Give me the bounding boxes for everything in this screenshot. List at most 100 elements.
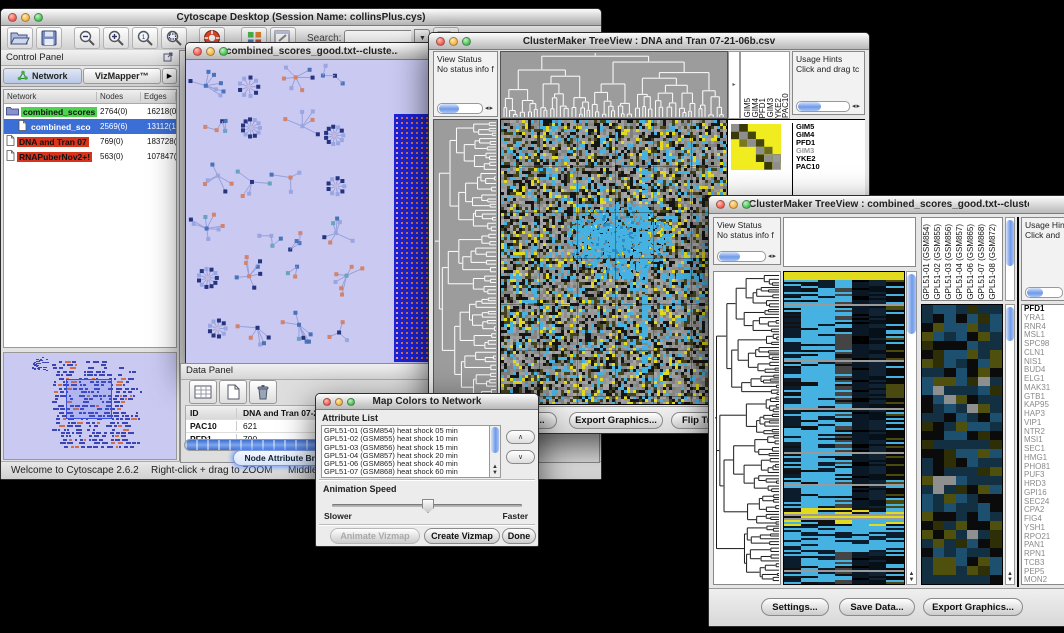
tab-overflow-button[interactable]: ▶ <box>162 68 177 84</box>
column-label[interactable]: GPL51-01 (GSM854) <box>922 224 933 300</box>
column-dendrogram[interactable] <box>501 52 727 118</box>
column-label[interactable]: GPL51-02 (GSM855) <box>933 224 944 300</box>
heatmap-canvas[interactable] <box>501 120 727 404</box>
slider-thumb[interactable] <box>422 499 434 513</box>
row-dendrogram[interactable] <box>434 120 497 404</box>
network-list-row[interactable]: combined_scores2764(0)16218(0) <box>4 104 176 119</box>
column-tree-area[interactable] <box>783 217 916 267</box>
column-label[interactable]: GPL51-04 (GSM857) <box>955 224 966 300</box>
row-dendrogram-panel[interactable] <box>433 119 498 405</box>
network-overview-panel[interactable] <box>3 352 177 460</box>
scroll-track[interactable] <box>796 101 850 112</box>
dialog-titlebar[interactable]: Map Colors to Network <box>316 394 538 410</box>
treeview1-titlebar[interactable]: ClusterMaker TreeView : DNA and Tran 07-… <box>429 33 869 50</box>
column-label[interactable]: PAC10 <box>781 93 789 118</box>
animation-speed-slider[interactable] <box>332 504 522 507</box>
zoom-out-icon[interactable] <box>74 27 100 49</box>
global-heatmap-canvas[interactable] <box>784 272 904 584</box>
minimize-button[interactable] <box>21 13 30 22</box>
close-button[interactable] <box>716 200 725 209</box>
close-button[interactable] <box>8 13 17 22</box>
zoom-button[interactable] <box>219 47 228 56</box>
scroll-arrows-icon[interactable]: ◂▸ <box>850 102 861 112</box>
move-up-button[interactable]: ∧ <box>506 430 535 444</box>
usage-hints-scrollbar[interactable]: ◂▸ <box>796 101 861 112</box>
open-file-icon[interactable] <box>7 27 33 49</box>
minimize-button[interactable] <box>206 47 215 56</box>
zoom-selected-icon[interactable]: 1 <box>132 27 158 49</box>
export-graphics-button[interactable]: Export Graphics... <box>569 412 663 429</box>
network-list-row[interactable]: combined_sco2569(6)13112(15) <box>4 119 176 134</box>
float-panel-icon[interactable] <box>163 51 174 65</box>
gene-label[interactable]: MON2 <box>1022 576 1064 585</box>
close-button[interactable] <box>323 398 331 406</box>
delete-attribute-icon[interactable] <box>249 380 277 404</box>
scroll-arrows-icon[interactable]: ◂▸ <box>483 104 494 114</box>
column-header-id[interactable]: ID <box>186 408 237 418</box>
network-list-row[interactable]: DNA and Tran 07769(0)183728(0) <box>4 134 176 149</box>
zoom-button[interactable] <box>347 398 355 406</box>
column-dendrogram-panel[interactable] <box>500 51 728 119</box>
move-down-button[interactable]: ∨ <box>506 450 535 464</box>
zoom-button[interactable] <box>742 200 751 209</box>
scroll-track[interactable] <box>437 103 483 114</box>
main-titlebar[interactable]: Cytoscape Desktop (Session Name: collins… <box>1 9 601 26</box>
attribute-list-item[interactable]: GPL51-07 (GSM868) heat shock 60 min <box>322 468 489 476</box>
zoom-heatmap-canvas[interactable] <box>922 305 1002 584</box>
column-header-edges[interactable]: Edges <box>141 92 176 101</box>
column-header-network[interactable]: Network <box>4 92 97 101</box>
document-icon <box>18 120 27 133</box>
tree-gutter[interactable]: ▸ <box>728 51 740 119</box>
usage-hints-scrollbar[interactable] <box>1025 287 1063 298</box>
attribute-list-scrollbar[interactable]: ▲▼ <box>489 426 500 477</box>
row-label[interactable]: PAC10 <box>796 163 820 171</box>
column-label[interactable]: GPL51-03 (GSM856) <box>944 224 955 300</box>
view-status-scrollbar[interactable]: ◂▸ <box>717 251 777 262</box>
tab-network[interactable]: Network <box>3 68 82 84</box>
column-label[interactable]: PFD1 <box>758 98 766 118</box>
scroll-arrows-icon[interactable]: ◂▸ <box>766 252 777 262</box>
network-list-row[interactable]: RNAPuberNov2+!563(0)107847(0) <box>4 149 176 164</box>
animate-vizmap-button[interactable]: Animate Vizmap <box>330 528 420 544</box>
zoom-button[interactable] <box>34 13 43 22</box>
zoom-fit-icon[interactable] <box>161 27 187 49</box>
column-header-nodes[interactable]: Nodes <box>97 92 141 101</box>
column-label[interactable]: GPL51-07 (GSM868) <box>977 224 988 300</box>
scroll-track[interactable] <box>1025 287 1063 298</box>
scroll-track[interactable] <box>717 251 766 262</box>
settings-button[interactable]: Settings... <box>761 598 829 616</box>
network-overview-thumbnail[interactable] <box>4 353 174 453</box>
minimize-button[interactable] <box>729 200 738 209</box>
zoom-heatmap-panel[interactable] <box>921 304 1003 585</box>
close-button[interactable] <box>193 47 202 56</box>
done-button[interactable]: Done <box>502 528 536 544</box>
save-icon[interactable] <box>36 27 62 49</box>
minimize-button[interactable] <box>335 398 343 406</box>
tab-vizmapper[interactable]: VizMapper™ <box>83 68 162 84</box>
row-dendrogram-panel[interactable] <box>713 271 781 585</box>
column-label[interactable]: GIM3 <box>766 98 774 118</box>
zoom-matrix-canvas[interactable] <box>731 124 781 170</box>
column-label[interactable]: GPL51-08 (GSM872) <box>988 224 999 300</box>
zoom-heatmap-scrollbar[interactable]: ▲▼ <box>1005 304 1015 585</box>
zoom-in-icon[interactable] <box>103 27 129 49</box>
create-vizmap-button[interactable]: Create Vizmap <box>424 528 500 544</box>
network-canvas[interactable] <box>186 60 436 368</box>
attribute-table-icon[interactable] <box>189 380 217 404</box>
view-status-scrollbar[interactable]: ◂▸ <box>437 103 494 114</box>
column-labels-scrollbar[interactable] <box>1005 217 1015 301</box>
save-data-button[interactable]: Save Data... <box>839 598 915 616</box>
heatmap-panel[interactable] <box>500 119 728 405</box>
export-graphics-button[interactable]: Export Graphics... <box>923 598 1023 616</box>
column-label[interactable]: GIM5 <box>743 98 751 118</box>
column-label[interactable]: GPL51-06 (GSM865) <box>966 224 977 300</box>
treeview2-titlebar[interactable]: ClusterMaker TreeView : combined_scores_… <box>709 196 1064 214</box>
row-dendrogram[interactable] <box>714 272 780 584</box>
network-view-titlebar[interactable]: combined_scores_good.txt--cluste... <box>186 43 438 60</box>
global-heatmap-scrollbar[interactable]: ▲▼ <box>906 271 917 585</box>
zoom-button[interactable] <box>462 37 471 46</box>
minimize-button[interactable] <box>449 37 458 46</box>
close-button[interactable] <box>436 37 445 46</box>
new-attribute-icon[interactable] <box>219 380 247 404</box>
global-heatmap-panel[interactable] <box>783 271 905 585</box>
